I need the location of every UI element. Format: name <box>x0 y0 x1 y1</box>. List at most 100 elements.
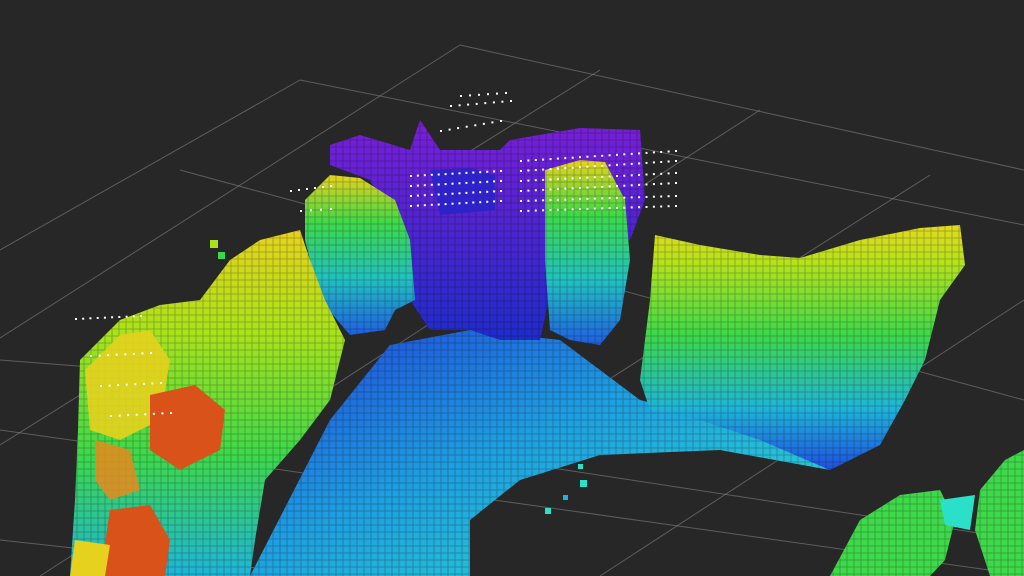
scan-point <box>608 164 611 167</box>
scan-point <box>314 187 316 189</box>
scan-point <box>501 100 504 103</box>
scan-point <box>444 183 447 186</box>
scan-point <box>527 169 530 172</box>
scan-point <box>616 185 618 187</box>
scan-point <box>667 205 670 208</box>
scan-point <box>660 182 663 185</box>
scan-point <box>458 192 461 195</box>
scan-point <box>601 154 604 157</box>
scan-point <box>549 199 552 201</box>
scan-point <box>290 190 292 192</box>
scan-point <box>132 315 135 318</box>
scan-point <box>623 174 626 177</box>
voxel-occupancy-map-scene[interactable] <box>0 0 1024 576</box>
scan-point <box>118 414 121 417</box>
scan-point <box>320 208 322 211</box>
scan-point <box>298 189 300 191</box>
scan-point <box>134 383 137 386</box>
scan-point <box>601 207 604 210</box>
scan-point <box>549 158 552 161</box>
scan-point <box>630 174 633 177</box>
scan-point <box>479 201 482 204</box>
scan-point <box>652 151 655 154</box>
scan-point <box>486 190 489 193</box>
scan-point <box>586 207 589 210</box>
scan-point <box>579 156 581 159</box>
scan-point <box>322 186 324 188</box>
scan-point <box>142 382 145 385</box>
scan-point <box>667 150 670 153</box>
scan-point <box>161 412 164 415</box>
scan-point <box>457 127 460 130</box>
scan-point <box>645 206 648 208</box>
scan-point <box>467 103 470 106</box>
scan-point <box>616 206 618 209</box>
scan-point <box>472 201 475 204</box>
scan-point <box>132 352 135 355</box>
scan-point <box>479 181 482 184</box>
scan-point <box>586 176 589 179</box>
scan-point <box>423 194 426 197</box>
scan-point <box>150 352 152 354</box>
scan-point <box>571 198 574 201</box>
scan-point <box>465 125 468 128</box>
scan-point <box>630 152 633 155</box>
scan-point <box>100 385 102 387</box>
scan-point <box>493 180 496 183</box>
scan-point <box>616 196 618 199</box>
scan-point <box>542 199 545 202</box>
scan-point <box>660 205 663 208</box>
scan-point <box>141 352 144 355</box>
scan-point <box>556 188 559 191</box>
scan-point <box>430 193 433 196</box>
scan-point <box>549 209 552 211</box>
scan-point <box>667 172 670 175</box>
scan-point <box>571 156 574 159</box>
scan-point <box>125 315 128 318</box>
scan-point <box>645 151 648 154</box>
scan-point <box>310 209 312 212</box>
scan-point <box>410 175 412 177</box>
scan-point <box>108 384 111 387</box>
scan-point <box>608 154 611 157</box>
scan-point <box>520 200 522 202</box>
scan-point <box>144 413 147 416</box>
scan-point <box>505 92 507 94</box>
scan-point <box>593 155 596 158</box>
scan-point <box>437 183 440 186</box>
scan-point <box>667 182 670 185</box>
scan-point <box>458 172 461 175</box>
scan-point <box>330 208 332 210</box>
scan-point <box>564 187 567 190</box>
scan-point <box>500 190 502 192</box>
scan-point <box>98 354 101 357</box>
scan-point <box>652 205 655 208</box>
scan-point <box>549 188 552 191</box>
scan-point <box>630 206 633 209</box>
scan-point <box>465 191 468 194</box>
scan-point <box>451 182 454 185</box>
scan-point <box>660 172 663 175</box>
scan-point <box>608 197 611 200</box>
scan-point <box>675 205 677 207</box>
scan-point <box>478 93 480 96</box>
scan-point <box>458 104 461 107</box>
scan-point <box>484 102 487 105</box>
scan-point <box>660 195 663 198</box>
scan-point <box>652 183 655 186</box>
scan-point <box>479 191 482 194</box>
scan-point <box>630 196 633 199</box>
scan-point <box>660 151 663 153</box>
scan-point <box>571 208 574 211</box>
scan-point <box>160 382 162 384</box>
scan-point <box>579 187 581 189</box>
scan-point <box>472 171 475 174</box>
scan-point <box>330 185 332 187</box>
3d-viewport[interactable] <box>0 0 1024 576</box>
scan-point <box>423 184 426 187</box>
scan-point <box>534 189 537 192</box>
scan-point <box>542 188 545 191</box>
scan-point <box>416 194 419 197</box>
scan-point <box>652 161 655 164</box>
scan-point <box>586 186 589 189</box>
